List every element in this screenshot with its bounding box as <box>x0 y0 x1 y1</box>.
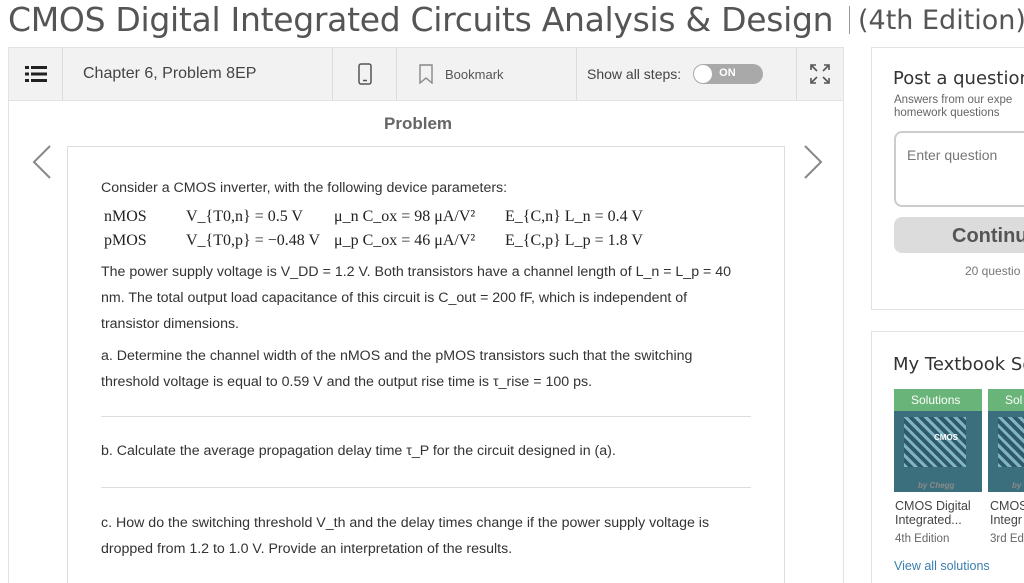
pmos-threshold: V_{T0,p} = −0.48 V <box>186 232 320 249</box>
title-bar: CMOS Digital Integrated Circuits Analysi… <box>0 0 1024 42</box>
part-c-line-2: dropped from 1.2 to 1.0 V. Provide an in… <box>101 541 513 557</box>
solution-toolbar: Chapter 6, Problem 8EP Bookmark Show all… <box>8 47 844 101</box>
part-b: b. Calculate the average propagation del… <box>101 443 616 459</box>
divider <box>101 416 751 417</box>
continue-button[interactable]: Continu <box>894 217 1024 253</box>
chapter-problem-selector[interactable]: Chapter 6, Problem 8EP <box>63 48 333 100</box>
pmos-label: pMOS <box>104 232 147 249</box>
toggle-knob <box>694 65 713 83</box>
question-count: 20 questio <box>965 264 1021 278</box>
nmos-threshold: V_{T0,n} = 0.5 V <box>186 208 303 225</box>
view-all-solutions-link[interactable]: View all solutions <box>894 559 990 573</box>
solutions-tab[interactable]: Solutions <box>894 389 982 411</box>
mobile-view-button[interactable] <box>333 48 397 100</box>
nmos-ecl: E_{C,n} L_n = 0.4 V <box>505 208 643 225</box>
problem-heading: Problem <box>384 114 453 133</box>
show-steps-label: Show all steps: <box>587 66 682 82</box>
previous-arrow-icon[interactable] <box>28 142 58 182</box>
bookmark-label: Bookmark <box>445 66 504 82</box>
show-steps-toggle[interactable]: ON <box>693 64 764 84</box>
supply-text-line-2: nm. The total output load capacitance of… <box>101 290 688 306</box>
part-a-line-1: a. Determine the channel width of the nM… <box>101 348 693 364</box>
phone-icon <box>357 63 372 85</box>
post-question-subtitle: Answers from our expe homework questions <box>894 94 1012 120</box>
textbook-edition: 4th Edition <box>895 533 950 545</box>
post-question-subtitle-line: homework questions <box>894 107 1000 119</box>
textbook-name-line[interactable]: CMOS <box>990 499 1024 514</box>
bookmark-button[interactable]: Bookmark <box>397 48 577 100</box>
show-all-steps: Show all steps: ON <box>577 48 797 100</box>
part-a-line-2: threshold voltage is equal to 0.59 V and… <box>101 374 593 390</box>
nmos-cox: μ_n C_ox = 98 μA/V² <box>334 208 476 225</box>
pmos-ecl: E_{C,p} L_p = 1.8 V <box>505 232 643 249</box>
book-title: CMOS Digital Integrated Circuits Analysi… <box>8 0 834 39</box>
textbook-solutions-title: My Textbook So <box>893 354 1024 375</box>
bookmark-icon <box>419 64 433 84</box>
list-icon <box>24 66 47 82</box>
toggle-state: ON <box>719 67 736 79</box>
textbook-cover[interactable] <box>988 411 1024 492</box>
divider <box>101 487 751 488</box>
menu-button[interactable] <box>9 48 63 100</box>
expand-button[interactable] <box>797 48 843 100</box>
textbook-edition: 3rd Ed <box>990 533 1024 545</box>
textbook-name-line[interactable]: Integrated... <box>895 513 962 528</box>
chegg-brand: by <box>1012 481 1022 490</box>
chegg-brand: by Chegg <box>918 481 955 490</box>
textbook-name-line[interactable]: CMOS Digital <box>895 499 971 514</box>
supply-text-line-1: The power supply voltage is V_DD = 1.2 V… <box>101 264 732 280</box>
question-input[interactable]: Enter question <box>894 131 1024 207</box>
part-c-line-1: c. How do the switching threshold V_th a… <box>101 515 710 531</box>
title-separator <box>849 6 850 34</box>
problem-intro: Consider a CMOS inverter, with the follo… <box>101 180 508 196</box>
textbook-cover[interactable]: CMOS <box>894 411 982 492</box>
chapter-problem-label: Chapter 6, Problem 8EP <box>83 65 257 82</box>
pmos-cox: μ_p C_ox = 46 μA/V² <box>334 232 476 249</box>
expand-icon <box>810 64 830 84</box>
book-edition: (4th Edition) <box>858 5 1024 36</box>
solutions-tab[interactable]: Sol <box>988 389 1024 411</box>
supply-text-line-3: transistor dimensions. <box>101 316 239 332</box>
post-question-subtitle-line: Answers from our expe <box>894 94 1013 106</box>
next-arrow-icon[interactable] <box>797 142 827 182</box>
textbook-name-line[interactable]: Integr <box>990 513 1022 528</box>
textbook-cover-label: CMOS <box>934 433 958 442</box>
nmos-label: nMOS <box>104 208 147 225</box>
post-question-title: Post a question <box>893 68 1024 89</box>
